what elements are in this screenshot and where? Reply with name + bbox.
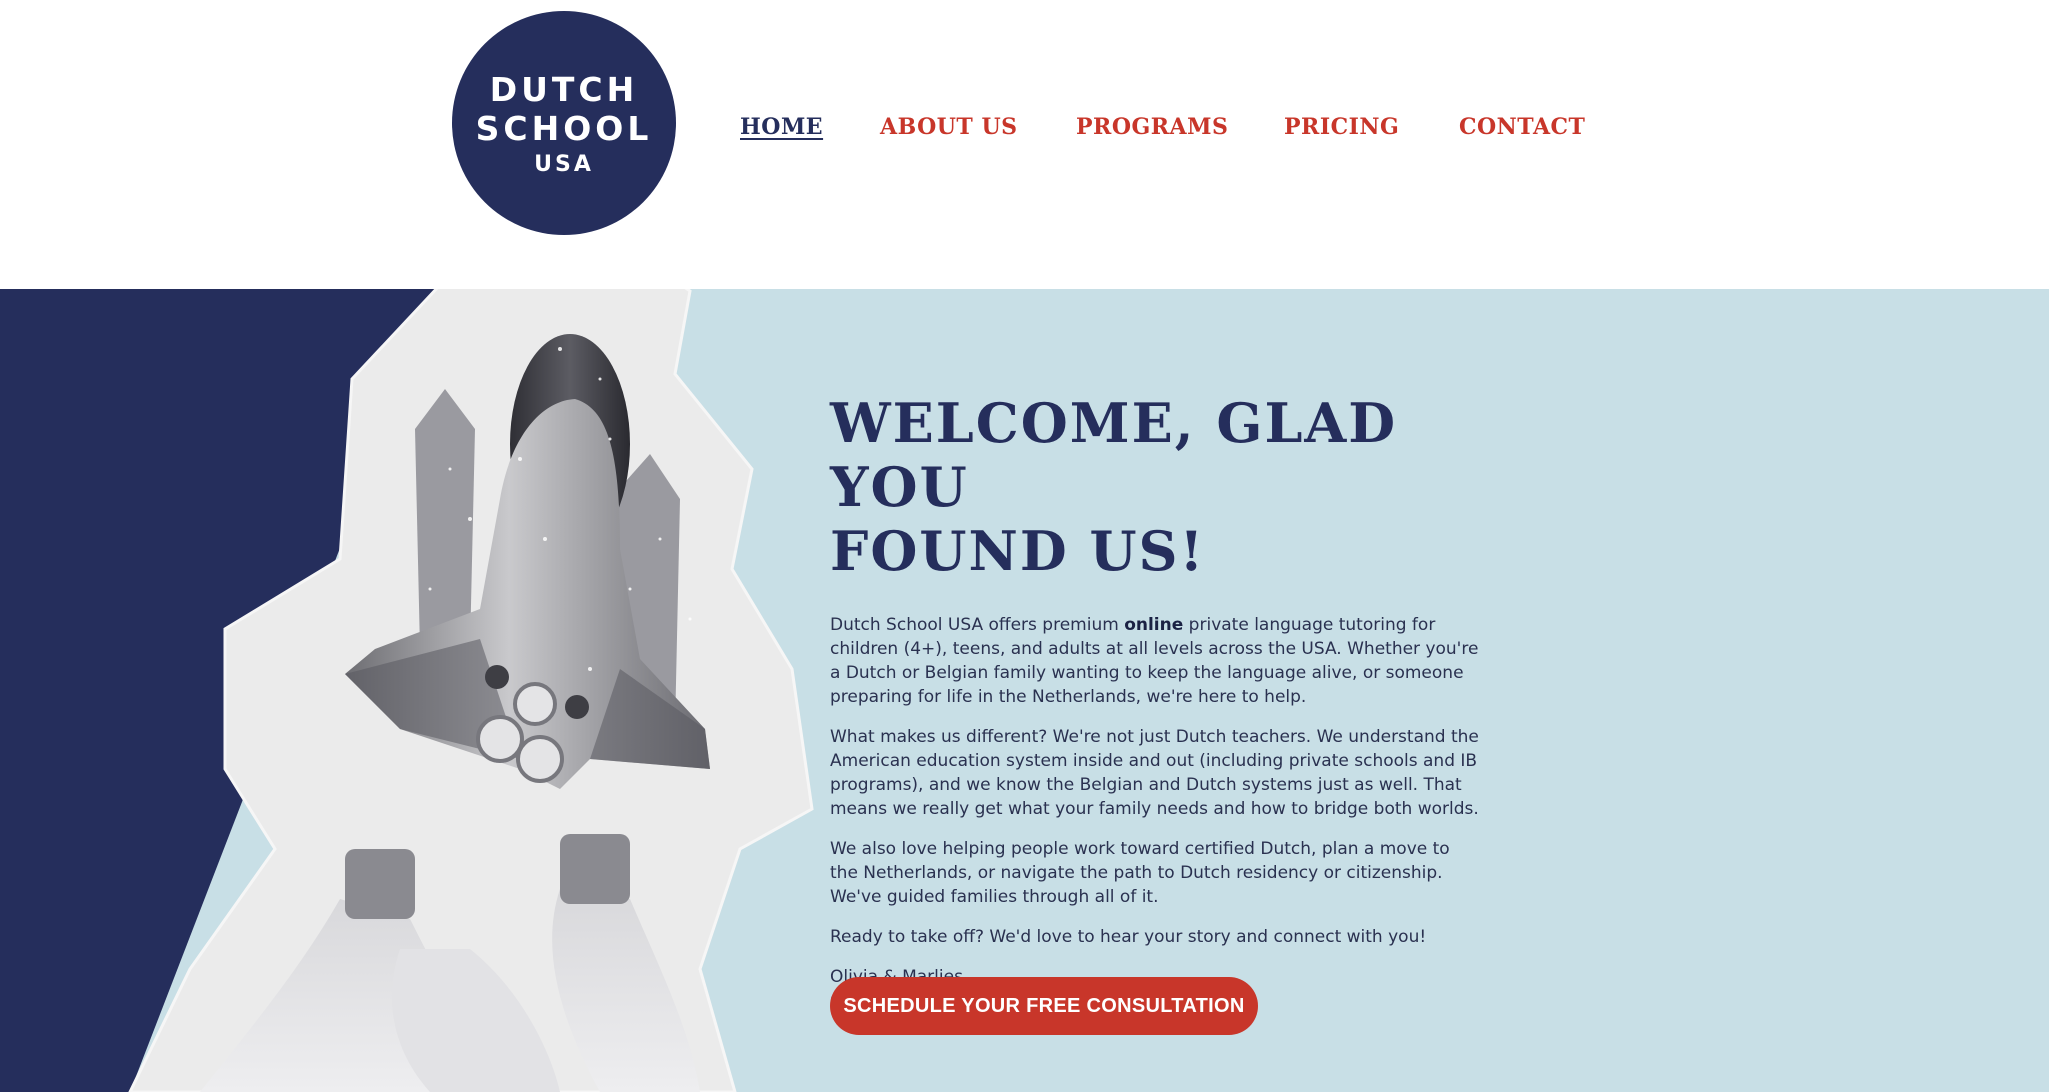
nav-about-us[interactable]: ABOUT US [880, 114, 1018, 140]
site-header: DUTCH SCHOOL USA HOME ABOUT US PROGRAMS … [0, 0, 2049, 289]
nav-contact[interactable]: CONTACT [1459, 114, 1585, 140]
hero-title-line1: WELCOME, GLAD YOU [830, 391, 1398, 519]
logo-line-usa: USA [534, 151, 594, 177]
logo-line-dutch: DUTCH [489, 69, 639, 109]
logo[interactable]: DUTCH SCHOOL USA [452, 11, 676, 235]
nav-pricing[interactable]: PRICING [1284, 114, 1399, 140]
nav-programs[interactable]: PROGRAMS [1076, 114, 1228, 140]
intro-bold-online: online [1124, 615, 1184, 635]
services-paragraph: We also love helping people work toward … [830, 839, 1450, 907]
hero-content: WELCOME, GLAD YOU FOUND US! Dutch School… [830, 391, 1480, 1035]
logo-line-school: SCHOOL [475, 108, 653, 148]
schedule-consultation-button[interactable]: SCHEDULE YOUR FREE CONSULTATION [830, 977, 1258, 1035]
hero-title-line2: FOUND US! [830, 519, 1206, 583]
invite-paragraph: Ready to take off? We'd love to hear you… [830, 927, 1427, 947]
difference-paragraph: What makes us different? We're not just … [830, 727, 1479, 819]
hero-title: WELCOME, GLAD YOU FOUND US! [830, 391, 1480, 583]
hero-section: WELCOME, GLAD YOU FOUND US! Dutch School… [0, 289, 2049, 1092]
intro-text-start: Dutch School USA offers premium [830, 615, 1125, 635]
nav-home[interactable]: HOME [740, 114, 823, 140]
intro-paragraph: Dutch School USA offers premium online p… [830, 613, 1480, 709]
